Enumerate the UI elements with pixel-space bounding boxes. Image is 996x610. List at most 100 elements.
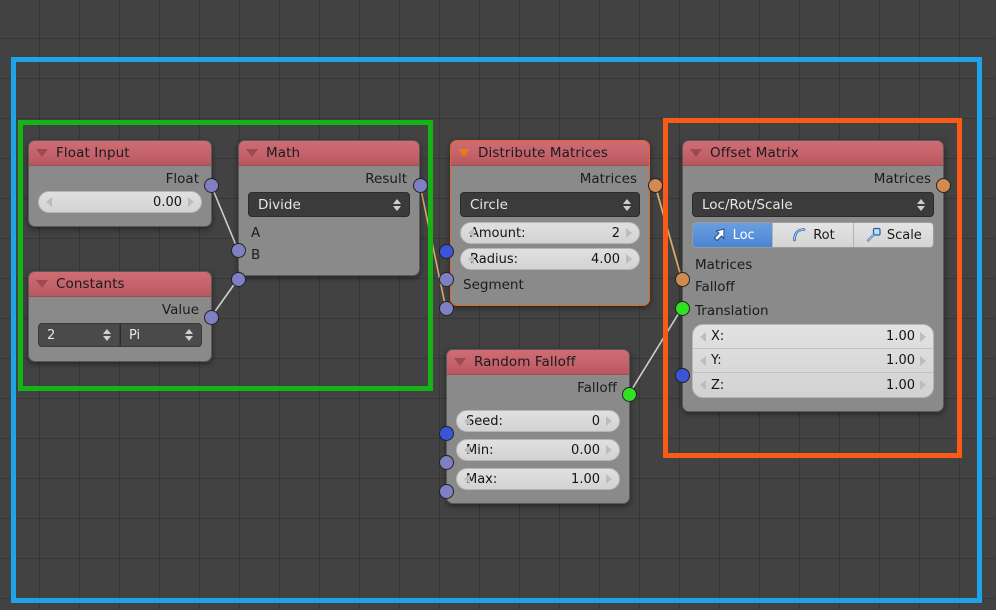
socket-random-falloff-in-min[interactable] [439,455,454,470]
increment-arrow-icon[interactable] [920,355,926,366]
socket-distribute-out-matrices[interactable] [648,178,663,193]
decrement-arrow-icon[interactable] [464,416,470,426]
collapse-triangle-icon[interactable] [36,280,48,288]
spinner-arrows-icon[interactable] [917,198,925,211]
decrement-arrow-icon[interactable] [700,355,706,366]
translation-z-label: Z: [711,377,725,393]
decrement-arrow-icon[interactable] [464,474,470,484]
offset-mode-value: Loc/Rot/Scale [702,196,793,213]
socket-offset-in-falloff[interactable] [675,301,690,316]
translation-x-label: X: [711,329,725,344]
spinner-arrows-icon[interactable] [623,198,631,211]
constants-enum-pair[interactable]: 2 Pi [38,323,202,347]
decrement-arrow-icon[interactable] [468,254,474,264]
socket-offset-in-translation[interactable] [675,368,690,383]
socket-random-falloff-in-seed[interactable] [439,426,454,441]
transform-channel-toggles[interactable]: Loc Rot Scale [692,222,934,248]
translation-y-label: Y: [711,353,722,368]
node-header-offset-matrix[interactable]: Offset Matrix [683,141,943,166]
node-random-falloff[interactable]: Random Falloff Falloff Seed: 0 Min: 0.00… [446,349,630,504]
socket-math-out-result[interactable] [413,178,428,193]
decrement-arrow-icon[interactable] [700,380,706,390]
increment-arrow-icon[interactable] [606,474,612,484]
collapse-triangle-icon[interactable] [246,149,258,157]
node-editor-canvas[interactable]: Float Input Float 0.00 Constants Value 2 [0,0,996,610]
output-label-falloff: Falloff [577,380,617,396]
socket-math-in-a[interactable] [231,243,246,258]
toggle-scale-label: Scale [886,227,922,243]
socket-offset-in-matrices[interactable] [675,272,690,287]
move-arrow-icon [711,227,728,243]
seed-slider[interactable]: Seed: 0 [456,410,620,432]
constant-type-field[interactable]: Pi [120,323,202,347]
socket-float-input-out-float[interactable] [204,178,219,193]
increment-arrow-icon[interactable] [606,416,612,426]
socket-distribute-in-amount[interactable] [439,244,454,259]
toggle-rot[interactable]: Rot [773,223,854,247]
node-title: Float Input [56,145,130,161]
distribution-mode-value: Circle [470,196,508,213]
translation-z-field[interactable]: Z: 1.00 [693,373,933,397]
float-value-slider[interactable]: 0.00 [38,191,202,213]
math-operation-dropdown[interactable]: Divide [248,192,410,217]
max-slider[interactable]: Max: 1.00 [456,468,620,490]
spinner-arrows-icon[interactable] [185,329,193,341]
input-label-falloff: Falloff [695,279,735,295]
input-label-matrices: Matrices [695,257,753,273]
increment-arrow-icon[interactable] [920,331,926,342]
increment-arrow-icon[interactable] [920,380,926,390]
node-header-math[interactable]: Math [239,141,419,166]
node-distribute-matrices[interactable]: Distribute Matrices Matrices Circle Amou… [450,140,650,306]
toggle-loc[interactable]: Loc [693,223,774,247]
node-title: Math [266,145,301,161]
output-label-float: Float [165,171,199,187]
socket-offset-out-matrices[interactable] [936,178,951,193]
collapse-triangle-icon[interactable] [458,149,470,157]
translation-x-field[interactable]: X: 1.00 [693,325,933,349]
node-title: Constants [56,276,125,292]
offset-mode-dropdown[interactable]: Loc/Rot/Scale [692,192,934,217]
amount-value: 2 [611,225,620,241]
node-float-input[interactable]: Float Input Float 0.00 [28,140,212,227]
decrement-arrow-icon[interactable] [700,331,706,342]
decrement-arrow-icon[interactable] [46,197,52,207]
socket-distribute-in-segment[interactable] [439,301,454,316]
scale-handle-icon [865,227,882,243]
socket-random-falloff-in-max[interactable] [439,484,454,499]
increment-arrow-icon[interactable] [188,197,194,207]
node-title: Distribute Matrices [478,145,608,161]
translation-z-value: 1.00 [886,377,915,393]
increment-arrow-icon[interactable] [626,228,632,238]
node-math[interactable]: Math Result Divide A B [238,140,420,276]
constant-multiplier-field[interactable]: 2 [38,323,120,347]
translation-vector-group[interactable]: X: 1.00 Y: 1.00 Z: 1.00 [692,324,934,398]
node-constants[interactable]: Constants Value 2 Pi [28,271,212,362]
socket-constants-out-value[interactable] [204,310,219,325]
node-header-float-input[interactable]: Float Input [29,141,211,166]
distribution-mode-dropdown[interactable]: Circle [460,192,640,217]
increment-arrow-icon[interactable] [626,254,632,264]
spinner-arrows-icon[interactable] [393,198,401,211]
increment-arrow-icon[interactable] [606,445,612,455]
collapse-triangle-icon[interactable] [690,149,702,157]
collapse-triangle-icon[interactable] [454,358,466,366]
decrement-arrow-icon[interactable] [464,445,470,455]
translation-y-field[interactable]: Y: 1.00 [693,349,933,373]
radius-label: Radius: [470,251,518,267]
node-offset-matrix[interactable]: Offset Matrix Matrices Loc/Rot/Scale Loc [682,140,944,412]
socket-distribute-in-radius[interactable] [439,272,454,287]
min-slider[interactable]: Min: 0.00 [456,439,620,461]
node-header-random-falloff[interactable]: Random Falloff [447,350,629,375]
decrement-arrow-icon[interactable] [468,228,474,238]
input-label-b: B [251,247,261,263]
radius-slider[interactable]: Radius: 4.00 [460,248,640,270]
node-header-distribute-matrices[interactable]: Distribute Matrices [451,141,649,166]
socket-random-falloff-out-falloff[interactable] [622,387,637,402]
socket-math-in-b[interactable] [231,272,246,287]
collapse-triangle-icon[interactable] [36,149,48,157]
spinner-arrows-icon[interactable] [103,329,111,341]
node-header-constants[interactable]: Constants [29,272,211,297]
amount-slider[interactable]: Amount: 2 [460,222,640,244]
rotate-arc-icon [791,227,808,243]
toggle-scale[interactable]: Scale [853,223,933,247]
